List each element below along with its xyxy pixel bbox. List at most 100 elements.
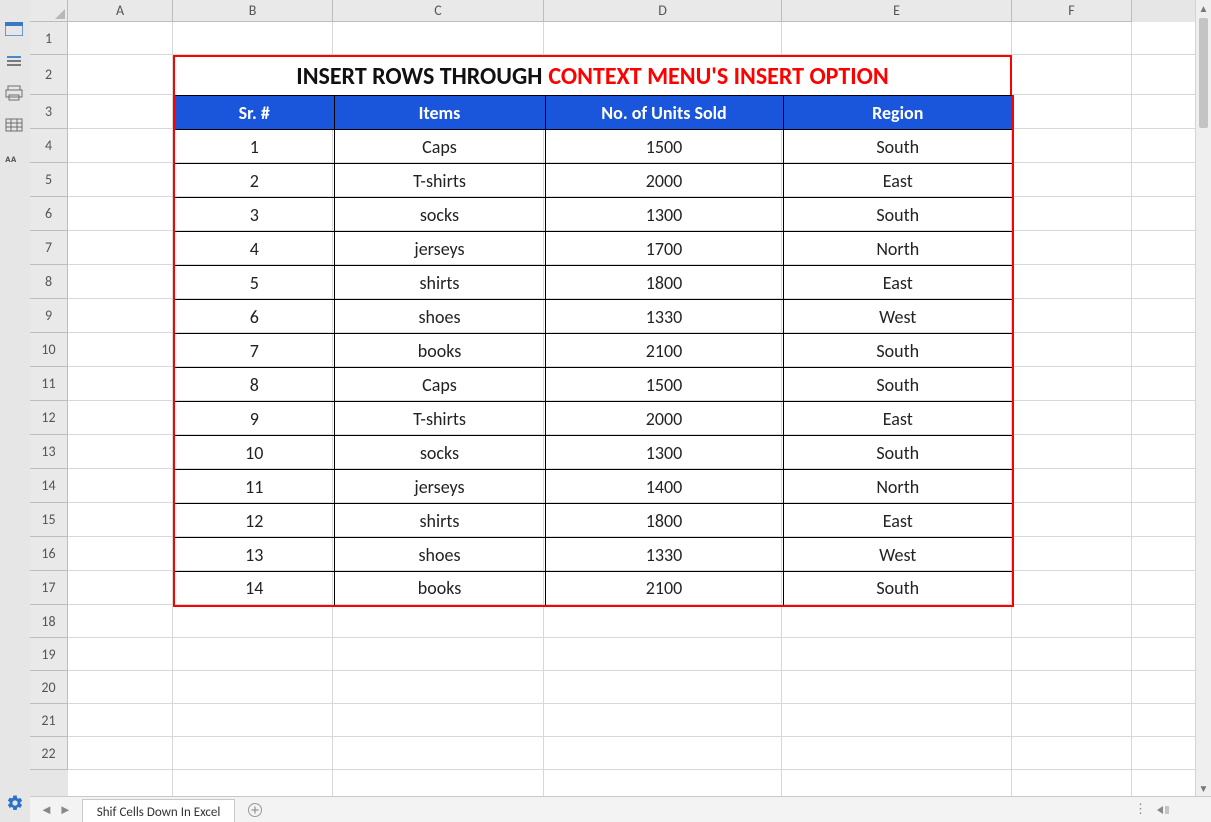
cell[interactable]: socks [334, 198, 545, 232]
table-row[interactable]: 8Caps1500South [174, 368, 1013, 402]
cell[interactable]: 11 [174, 470, 334, 504]
cell[interactable]: 1800 [545, 266, 783, 300]
row-head-4[interactable]: 4 [30, 129, 68, 163]
cell[interactable]: 5 [174, 266, 334, 300]
window-icon[interactable] [5, 20, 23, 38]
cell[interactable]: 1 [174, 130, 334, 164]
cell[interactable]: 3 [174, 198, 334, 232]
col-head-A[interactable]: A [68, 0, 173, 22]
cell[interactable]: East [783, 266, 1013, 300]
row-head-13[interactable]: 13 [30, 435, 68, 469]
cell[interactable]: 2000 [545, 402, 783, 436]
cell[interactable]: South [783, 368, 1013, 402]
cell[interactable]: 1330 [545, 538, 783, 572]
cell[interactable]: shoes [334, 538, 545, 572]
cell[interactable]: South [783, 334, 1013, 368]
row-head-17[interactable]: 17 [30, 571, 68, 605]
row-head-11[interactable]: 11 [30, 367, 68, 401]
select-all-corner[interactable] [30, 0, 68, 22]
row-head-20[interactable]: 20 [30, 671, 68, 704]
cell[interactable]: 2100 [545, 334, 783, 368]
cell[interactable]: 2100 [545, 572, 783, 606]
cell[interactable]: 4 [174, 232, 334, 266]
row-head-15[interactable]: 15 [30, 503, 68, 537]
col-head-C[interactable]: C [333, 0, 544, 22]
cell[interactable]: South [783, 436, 1013, 470]
cell[interactable]: West [783, 538, 1013, 572]
col-head-D[interactable]: D [544, 0, 782, 22]
horizontal-scrollbar[interactable]: ⋮ [1083, 797, 1211, 822]
table-row[interactable]: 7books2100South [174, 334, 1013, 368]
scroll-up-arrow[interactable]: ▲ [1196, 0, 1211, 16]
table-row[interactable]: 6shoes1330West [174, 300, 1013, 334]
row-head-10[interactable]: 10 [30, 333, 68, 367]
cell[interactable]: T-shirts [334, 402, 545, 436]
col-head-F[interactable]: F [1012, 0, 1132, 22]
cell[interactable]: 6 [174, 300, 334, 334]
cell[interactable]: South [783, 198, 1013, 232]
cell[interactable]: socks [334, 436, 545, 470]
row-head-3[interactable]: 3 [30, 95, 68, 129]
row-head-21[interactable]: 21 [30, 704, 68, 737]
row-head-7[interactable]: 7 [30, 231, 68, 265]
cell[interactable]: jerseys [334, 232, 545, 266]
table-row[interactable]: 2T-shirts2000East [174, 164, 1013, 198]
row-head-19[interactable]: 19 [30, 638, 68, 671]
cell[interactable]: 9 [174, 402, 334, 436]
row-head-2[interactable]: 2 [30, 55, 68, 95]
cell[interactable]: books [334, 334, 545, 368]
nav-prev-icon[interactable]: ◄ [40, 802, 53, 818]
cell[interactable]: North [783, 232, 1013, 266]
cell[interactable]: 10 [174, 436, 334, 470]
row-head-1[interactable]: 1 [30, 22, 68, 55]
table-row[interactable]: 10socks1300South [174, 436, 1013, 470]
row-head-22[interactable]: 22 [30, 737, 68, 770]
cell[interactable]: West [783, 300, 1013, 334]
cell[interactable]: 1700 [545, 232, 783, 266]
row-head-5[interactable]: 5 [30, 163, 68, 197]
cell[interactable]: shirts [334, 266, 545, 300]
sheet-nav-buttons[interactable]: ◄ ► [30, 797, 82, 822]
table-row[interactable]: 3socks1300South [174, 198, 1013, 232]
table-row[interactable]: 9T-shirts2000East [174, 402, 1013, 436]
cell[interactable]: 12 [174, 504, 334, 538]
table-row[interactable]: 4jerseys1700North [174, 232, 1013, 266]
row-head-16[interactable]: 16 [30, 537, 68, 571]
col-head-B[interactable]: B [173, 0, 333, 22]
cell[interactable]: 7 [174, 334, 334, 368]
cell[interactable]: 1500 [545, 368, 783, 402]
sheet-tab-active[interactable]: Shif Cells Down In Excel [82, 799, 236, 822]
vertical-scrollbar[interactable]: ▲ ▼ [1195, 0, 1211, 796]
cell[interactable]: North [783, 470, 1013, 504]
table-row[interactable]: 14books2100South [174, 572, 1013, 606]
table-row[interactable]: 5shirts1800East [174, 266, 1013, 300]
cell[interactable]: books [334, 572, 545, 606]
table-row[interactable]: 11jerseys1400North [174, 470, 1013, 504]
grid-icon[interactable] [5, 116, 23, 134]
settings-gear-icon[interactable] [6, 794, 24, 816]
row-head-6[interactable]: 6 [30, 197, 68, 231]
cell[interactable]: 14 [174, 572, 334, 606]
cell[interactable]: East [783, 402, 1013, 436]
cell[interactable]: 1500 [545, 130, 783, 164]
cell[interactable]: East [783, 164, 1013, 198]
cell[interactable]: South [783, 130, 1013, 164]
cell[interactable]: T-shirts [334, 164, 545, 198]
cell[interactable]: Caps [334, 130, 545, 164]
row-head-12[interactable]: 12 [30, 401, 68, 435]
row-head-9[interactable]: 9 [30, 299, 68, 333]
cell[interactable]: 2000 [545, 164, 783, 198]
list-icon[interactable] [5, 52, 23, 70]
cell[interactable]: Caps [334, 368, 545, 402]
cell[interactable]: 8 [174, 368, 334, 402]
col-head-E[interactable]: E [782, 0, 1012, 22]
new-sheet-button[interactable] [235, 797, 275, 822]
cell[interactable]: 13 [174, 538, 334, 572]
row-head-18[interactable]: 18 [30, 605, 68, 638]
cell[interactable]: South [783, 572, 1013, 606]
cell[interactable]: 1300 [545, 436, 783, 470]
cell[interactable]: 1330 [545, 300, 783, 334]
cell[interactable]: 1400 [545, 470, 783, 504]
cells-area[interactable]: INSERT ROWS THROUGHCONTEXT MENU'S INSERT… [68, 22, 1211, 796]
cell[interactable]: shirts [334, 504, 545, 538]
